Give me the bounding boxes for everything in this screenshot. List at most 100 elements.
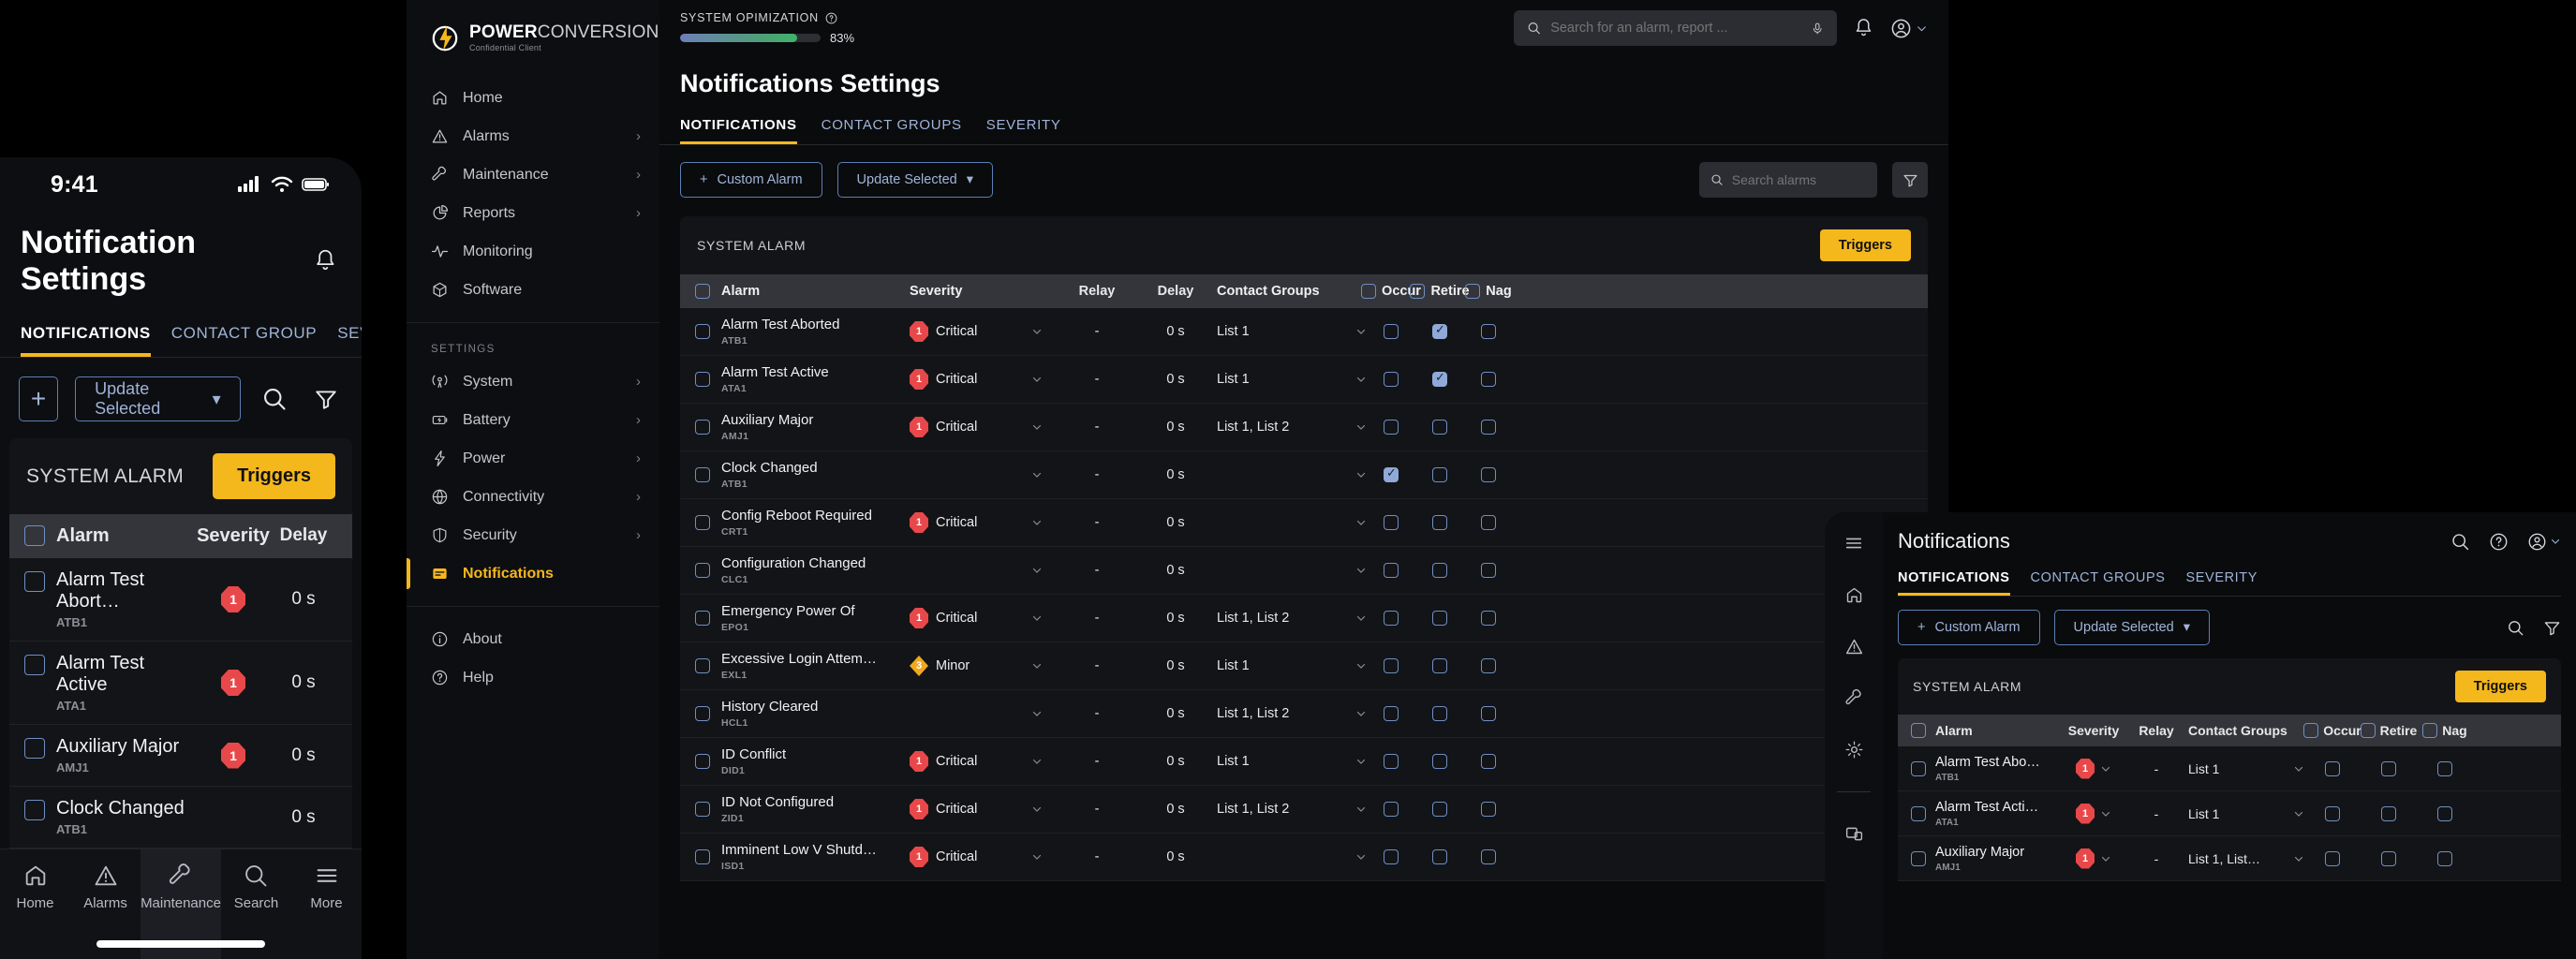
contact-groups-cell[interactable]: [1217, 565, 1367, 576]
tab-contact-groups[interactable]: CONTACT GROUPS: [822, 117, 962, 144]
severity-cell[interactable]: 1: [2057, 758, 2130, 779]
severity-cell[interactable]: 1 Critical: [910, 321, 1059, 342]
select-all-retire-checkbox[interactable]: [2360, 723, 2376, 738]
row-checkbox[interactable]: [24, 571, 45, 592]
row-checkbox[interactable]: [695, 802, 710, 817]
table-row[interactable]: Auxiliary Major AMJ1 1 - List 1, List…: [1898, 836, 2561, 881]
select-all-checkbox[interactable]: [1911, 723, 1926, 738]
mobile-tab-severity[interactable]: SEVERI: [337, 324, 362, 357]
row-checkbox[interactable]: [1911, 760, 1926, 776]
retire-checkbox[interactable]: [1432, 370, 1447, 387]
wrench-icon[interactable]: [1844, 688, 1864, 708]
sidebar-item-battery[interactable]: Battery ›: [407, 401, 659, 439]
tablet-search-button[interactable]: [2450, 532, 2470, 552]
row-checkbox[interactable]: [695, 706, 710, 721]
mobile-tab-notifications[interactable]: NOTIFICATIONS: [21, 324, 151, 357]
row-checkbox[interactable]: [695, 324, 710, 339]
retire-checkbox[interactable]: [1432, 802, 1447, 817]
contact-groups-cell[interactable]: List 1: [1217, 754, 1367, 769]
severity-cell[interactable]: 1 Critical: [910, 417, 1059, 437]
row-checkbox[interactable]: [695, 467, 710, 482]
retire-checkbox[interactable]: [2381, 805, 2396, 821]
severity-cell[interactable]: 1: [197, 742, 270, 769]
mobile-tab-contact-group[interactable]: CONTACT GROUP: [171, 324, 317, 357]
retire-checkbox[interactable]: [1432, 754, 1447, 769]
select-all-occur-checkbox[interactable]: [2303, 723, 2319, 738]
bottom-nav-more[interactable]: More: [291, 849, 362, 959]
contact-groups-cell[interactable]: [1217, 517, 1367, 528]
severity-cell[interactable]: 1 Critical: [910, 799, 1059, 819]
mobile-search-button[interactable]: [258, 379, 292, 419]
hamburger-icon[interactable]: [1843, 533, 1864, 553]
occur-checkbox[interactable]: [1384, 706, 1399, 721]
occur-checkbox[interactable]: [1384, 465, 1399, 482]
table-row[interactable]: Auxiliary Major AMJ1 1 Critical - 0 s List…: [680, 404, 1928, 451]
table-row[interactable]: Alarm Test Active ATA1 1 Critical - 0 s Li…: [680, 356, 1928, 404]
triggers-button[interactable]: Triggers: [1819, 229, 1911, 261]
tab-notifications[interactable]: NOTIFICATIONS: [680, 117, 797, 144]
severity-cell[interactable]: 3 Minor: [910, 656, 1059, 676]
row-checkbox[interactable]: [24, 738, 45, 759]
tablet-list-search-button[interactable]: [2507, 619, 2524, 637]
contact-groups-cell[interactable]: List 1, List 2: [1217, 706, 1367, 721]
occur-checkbox[interactable]: [1384, 849, 1399, 864]
sidebar-item-reports[interactable]: Reports ›: [407, 194, 659, 232]
search-input[interactable]: [1550, 21, 1801, 36]
filter-button[interactable]: [1892, 162, 1928, 198]
nag-checkbox[interactable]: [2437, 805, 2452, 821]
retire-checkbox[interactable]: [1432, 658, 1447, 673]
table-row[interactable]: Configuration Changed CLC1 - 0 s: [680, 547, 1928, 595]
severity-cell[interactable]: 1 Critical: [910, 369, 1059, 390]
contact-groups-cell[interactable]: List 1: [1217, 324, 1367, 339]
nag-checkbox[interactable]: [2437, 850, 2452, 866]
select-all-nag-checkbox[interactable]: [1465, 284, 1481, 299]
severity-cell[interactable]: 1 Critical: [910, 608, 1059, 628]
retire-checkbox[interactable]: [1432, 420, 1447, 435]
severity-cell[interactable]: 1 Critical: [910, 847, 1059, 867]
row-checkbox[interactable]: [695, 658, 710, 673]
update-selected-button[interactable]: Update Selected ▾: [836, 162, 994, 198]
select-all-occur-checkbox[interactable]: [1361, 284, 1377, 299]
select-all-checkbox[interactable]: [24, 525, 45, 546]
row-checkbox[interactable]: [695, 563, 710, 578]
severity-cell[interactable]: [910, 469, 1059, 480]
retire-checkbox[interactable]: [1432, 706, 1447, 721]
list-item[interactable]: Clock Changed ATB1 0 s: [9, 787, 352, 848]
row-checkbox[interactable]: [695, 372, 710, 387]
alarm-search-input[interactable]: [1731, 172, 1866, 187]
bell-icon[interactable]: [314, 248, 337, 274]
select-all-nag-checkbox[interactable]: [2422, 723, 2438, 738]
help-icon[interactable]: [825, 12, 837, 24]
row-checkbox[interactable]: [24, 655, 45, 675]
sidebar-item-notifications[interactable]: Notifications: [407, 554, 659, 593]
row-checkbox[interactable]: [695, 754, 710, 769]
table-row[interactable]: Emergency Power Of EPO1 1 Critical - 0 s L…: [680, 595, 1928, 642]
alarm-triangle-icon[interactable]: [1844, 637, 1864, 657]
row-checkbox[interactable]: [695, 849, 710, 864]
retire-checkbox[interactable]: [1432, 467, 1447, 482]
tab-severity[interactable]: SEVERITY: [986, 117, 1061, 144]
occur-checkbox[interactable]: [1384, 515, 1399, 530]
sidebar-item-home[interactable]: Home: [407, 79, 659, 117]
sidebar-item-security[interactable]: Security ›: [407, 516, 659, 554]
tablet-account-button[interactable]: [2527, 532, 2561, 552]
occur-checkbox[interactable]: [1384, 420, 1399, 435]
nag-checkbox[interactable]: [2437, 760, 2452, 776]
retire-checkbox[interactable]: [2381, 850, 2396, 866]
retire-checkbox[interactable]: [1432, 563, 1447, 578]
severity-cell[interactable]: 1: [197, 670, 270, 696]
row-checkbox[interactable]: [695, 420, 710, 435]
sidebar-item-about[interactable]: About: [407, 620, 659, 658]
table-row[interactable]: Clock Changed ATB1 - 0 s: [680, 451, 1928, 499]
severity-cell[interactable]: 1 Critical: [910, 751, 1059, 772]
row-checkbox[interactable]: [695, 515, 710, 530]
select-all-checkbox[interactable]: [695, 284, 710, 299]
table-row[interactable]: Excessive Login Attem… EXL1 3 Minor - 0 s …: [680, 642, 1928, 690]
occur-checkbox[interactable]: [2325, 760, 2340, 776]
nag-checkbox[interactable]: [1481, 658, 1496, 673]
mobile-filter-button[interactable]: [308, 379, 343, 419]
sidebar-item-alarms[interactable]: Alarms ›: [407, 117, 659, 155]
sidebar-item-help[interactable]: Help: [407, 658, 659, 697]
table-row[interactable]: History Cleared HCL1 - 0 s List 1, List 2: [680, 690, 1928, 738]
table-row[interactable]: Alarm Test Acti… ATA1 1 - List 1: [1898, 791, 2561, 836]
